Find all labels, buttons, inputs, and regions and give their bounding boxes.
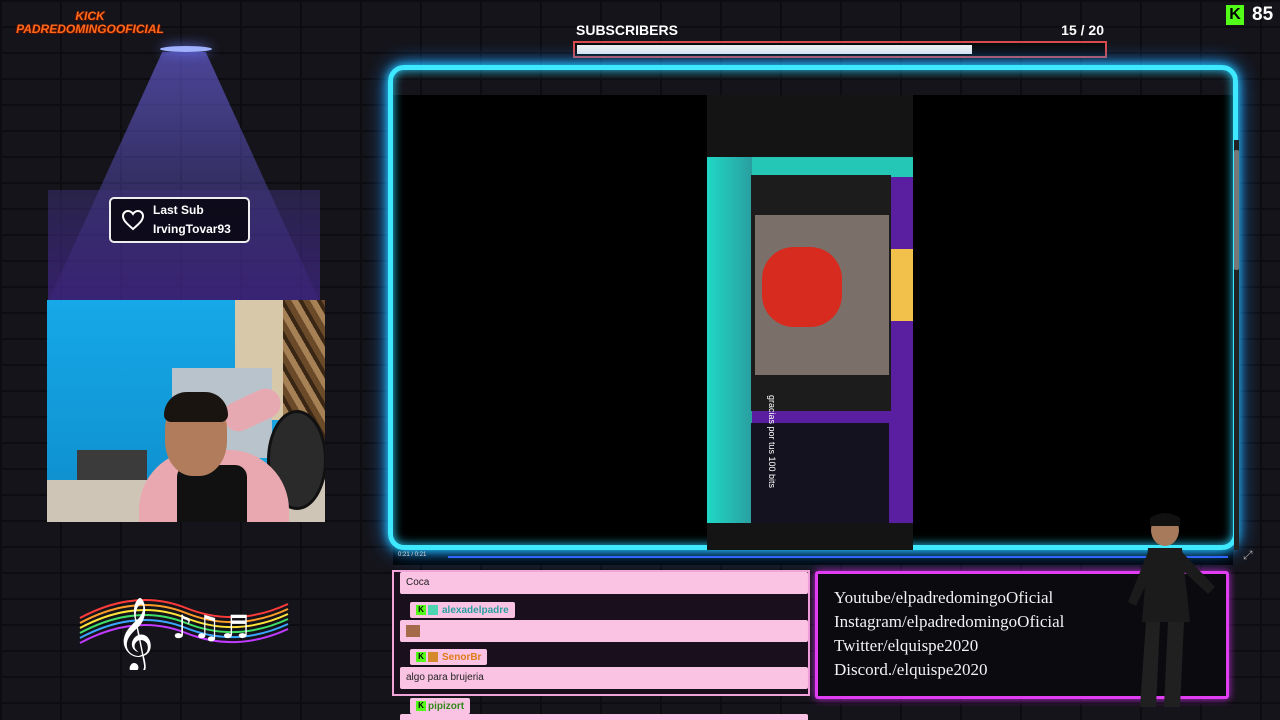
subscriber-badge-icon [428, 605, 438, 615]
chat-message-text: algo para brujeria [406, 672, 484, 683]
chat-message: Coca [400, 572, 808, 594]
scrollbar[interactable] [1234, 140, 1239, 550]
chat-message [400, 714, 808, 720]
chat-username[interactable]: K pipizort [410, 698, 471, 714]
chat-message-text: Coca [406, 577, 430, 588]
lamp-icon [160, 46, 212, 52]
kick-badge-icon: K [416, 605, 426, 615]
video-seek-bar[interactable] [448, 556, 1228, 558]
webcam-feed [47, 300, 325, 522]
subscribers-count: 15 / 20 [1061, 22, 1104, 38]
chat-message [400, 620, 808, 642]
fullscreen-icon[interactable]: ⤢ [1243, 548, 1253, 563]
chat-message: algo para brujeria [400, 667, 808, 689]
chat-username[interactable]: K alexadelpadre [410, 602, 515, 618]
channel-logo: KICK PADREDOMINGOOFICIAL [16, 9, 164, 36]
scrollbar-thumb[interactable] [1234, 150, 1239, 270]
clip-caption: gracias por tus 100 bits [767, 395, 777, 489]
emote-icon [406, 625, 420, 637]
last-sub-name: IrvingTovar93 [153, 222, 231, 236]
kick-logo-icon: K [1226, 5, 1244, 25]
viewer-count: 85 [1252, 4, 1274, 25]
heart-icon [121, 209, 145, 231]
video-clip: gracias por tus 100 bits [707, 95, 913, 550]
dancing-man-gif [1128, 513, 1215, 707]
chat-username[interactable]: K SenorBr [410, 649, 488, 665]
svg-text:𝄞: 𝄞 [116, 598, 154, 670]
subscribers-progress-fill [577, 45, 972, 54]
kick-badge-icon: K [416, 701, 426, 711]
last-sub-title: Last Sub [153, 203, 204, 217]
subscribers-label: SUBSCRIBERS [576, 22, 678, 38]
svg-text:♪♫♬: ♪♫♬ [172, 608, 250, 646]
last-sub-widget: Last Sub IrvingTovar93 [109, 197, 250, 243]
video-time: 0:21 / 0:21 [398, 552, 427, 558]
chat-panel: Coca K alexadelpadre K SenorBr algo para… [392, 570, 810, 720]
kick-badge-icon: K [416, 652, 426, 662]
subscribers-progress-bar [573, 41, 1107, 58]
music-notes-icon: 𝄞 ♪♫♬ [79, 598, 289, 670]
gift-badge-icon [428, 652, 438, 662]
viewer-counter: K 85 [1226, 4, 1273, 26]
